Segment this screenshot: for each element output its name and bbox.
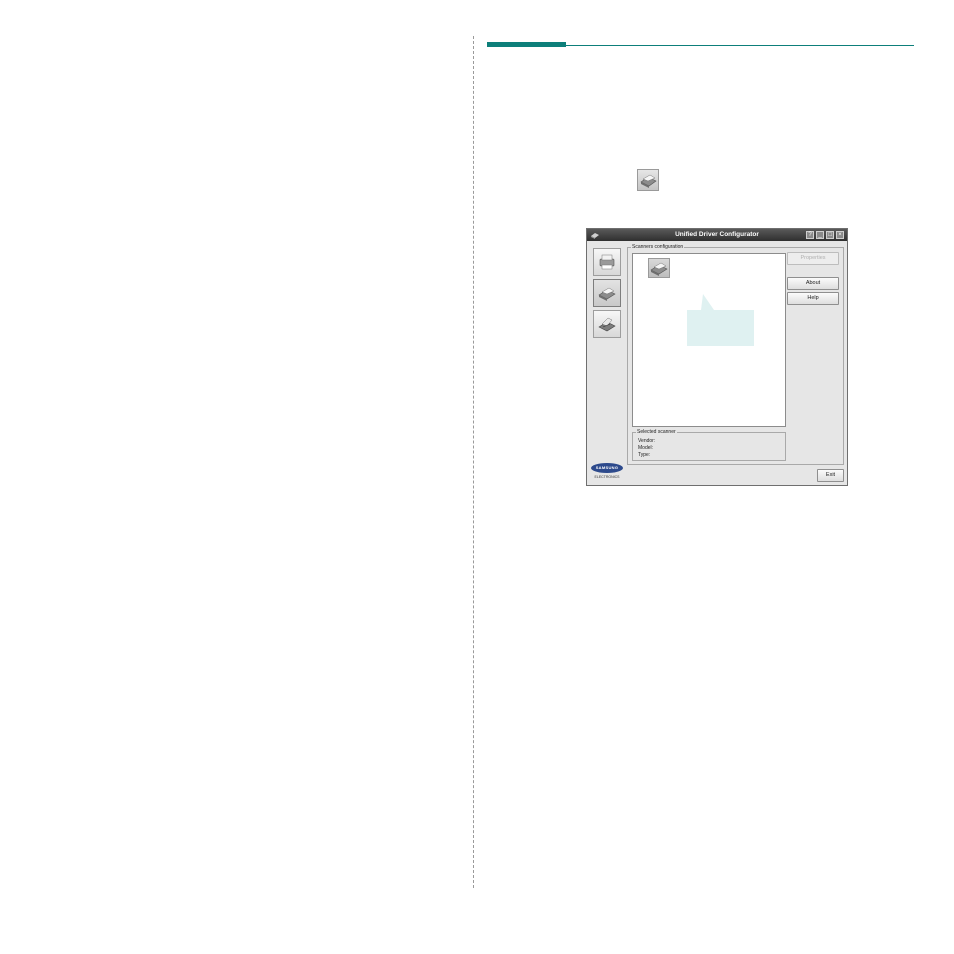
selected-scanner-group: Selected scanner Vendor: Model: Type: xyxy=(632,429,786,461)
section-header-accent xyxy=(487,42,566,47)
about-button[interactable]: About xyxy=(787,277,839,290)
scanner-list[interactable] xyxy=(632,253,786,427)
minimize-button[interactable]: _ xyxy=(816,231,824,239)
help-button[interactable]: Help xyxy=(787,292,839,305)
port-icon xyxy=(598,317,616,332)
sidebar-item-scanners[interactable] xyxy=(593,279,621,307)
maximize-button[interactable]: □ xyxy=(826,231,834,239)
model-label: Model: xyxy=(638,445,654,451)
column-divider xyxy=(473,36,474,888)
callout-pointer xyxy=(701,294,714,310)
sidebar-item-ports[interactable] xyxy=(593,310,621,338)
scanner-icon xyxy=(598,287,616,301)
unified-driver-configurator-window: Unified Driver Configurator ? _ □ × Scan… xyxy=(586,228,848,486)
samsung-logo: SAMSUNG xyxy=(591,463,623,473)
callout-box xyxy=(687,310,754,346)
type-label: Type: xyxy=(638,452,651,458)
title-bar[interactable]: Unified Driver Configurator ? _ □ × xyxy=(587,229,847,241)
vendor-label: Vendor: xyxy=(638,438,656,444)
scanner-icon xyxy=(650,262,668,276)
close-button[interactable]: × xyxy=(836,231,844,239)
selected-scanner-label: Selected scanner xyxy=(636,429,677,435)
exit-button[interactable]: Exit xyxy=(817,469,844,482)
properties-button[interactable]: Properties xyxy=(787,252,839,265)
scanners-configuration-label: Scanners configuration xyxy=(631,244,685,250)
section-header-rule xyxy=(566,45,914,46)
list-item[interactable] xyxy=(648,258,670,278)
printer-icon xyxy=(599,254,615,270)
sidebar-item-printers[interactable] xyxy=(593,248,621,276)
samsung-tagline: ELECTRONICS xyxy=(594,475,620,479)
help-window-button[interactable]: ? xyxy=(806,231,814,239)
scanner-icon xyxy=(637,169,659,191)
